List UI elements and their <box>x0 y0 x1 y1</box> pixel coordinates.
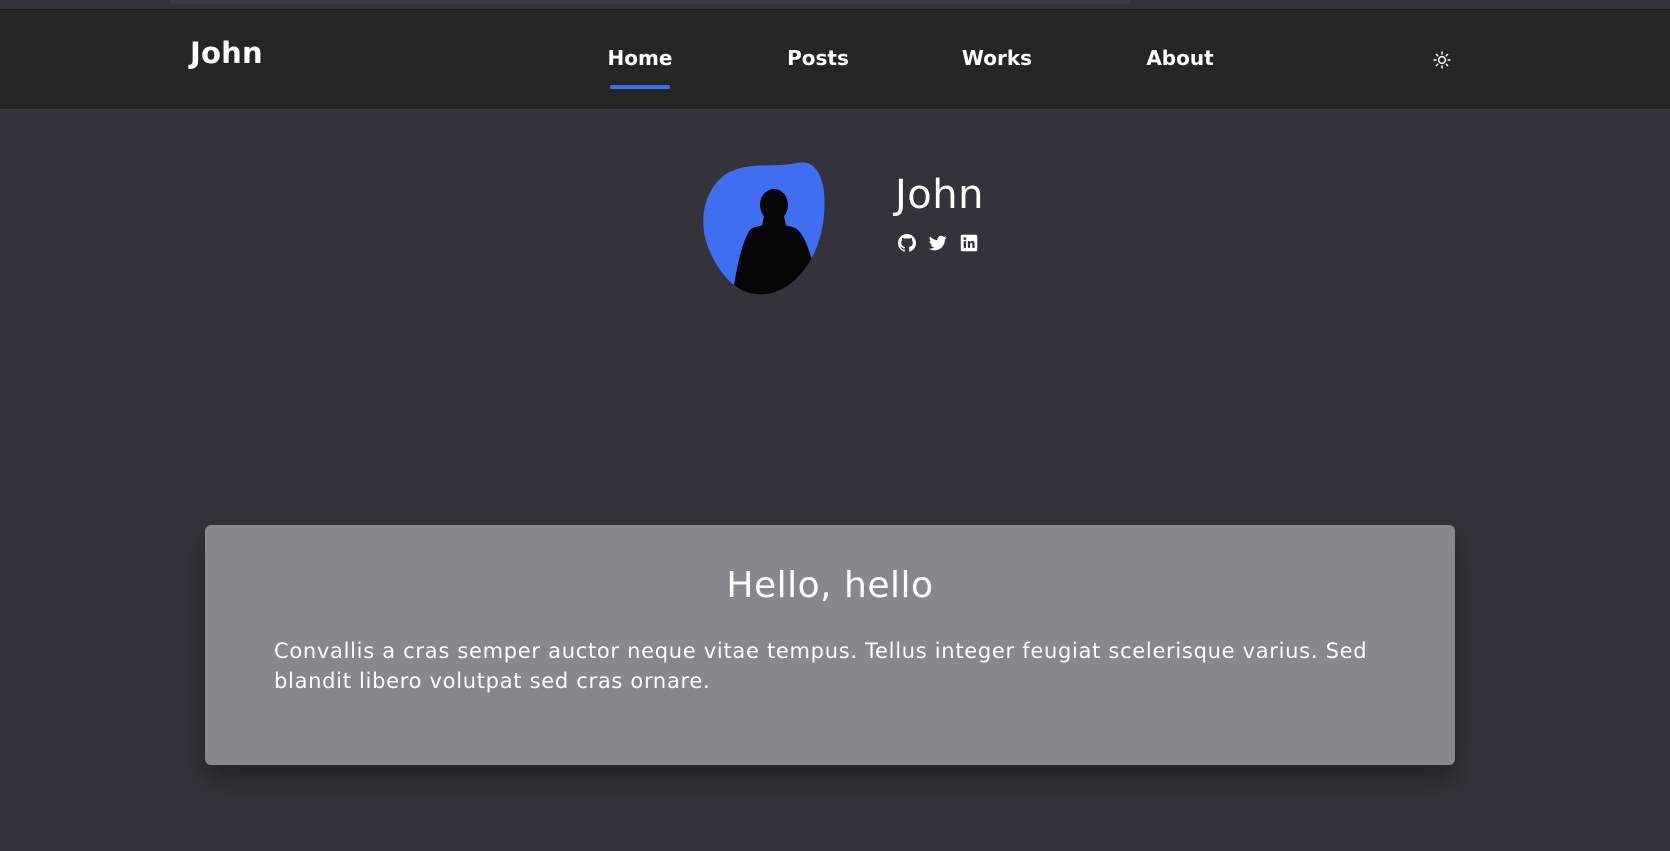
linkedin-icon[interactable] <box>960 234 978 252</box>
github-icon[interactable] <box>898 234 916 252</box>
card-title: Hello, hello <box>726 565 934 606</box>
nav-posts-link[interactable]: Posts <box>787 46 849 70</box>
site-header: John Home Posts Works About <box>0 10 1670 110</box>
profile-name: John <box>895 172 984 218</box>
nav-active-indicator <box>610 85 670 89</box>
site-logo[interactable]: John <box>190 36 263 70</box>
intro-card: Hello, hello Convallis a cras semper auc… <box>205 525 1455 765</box>
nav-works-link[interactable]: Works <box>962 46 1032 70</box>
browser-tab-strip <box>170 0 1130 4</box>
theme-toggle-button[interactable] <box>1430 48 1454 72</box>
social-links <box>898 234 978 252</box>
nav-about-link[interactable]: About <box>1146 46 1213 70</box>
sun-icon <box>1433 51 1451 69</box>
avatar <box>703 162 825 295</box>
card-body: Convallis a cras semper auctor neque vit… <box>274 639 1368 693</box>
browser-top-strip <box>0 0 1670 10</box>
twitter-icon[interactable] <box>928 234 947 252</box>
nav-home-link[interactable]: Home <box>608 46 673 70</box>
